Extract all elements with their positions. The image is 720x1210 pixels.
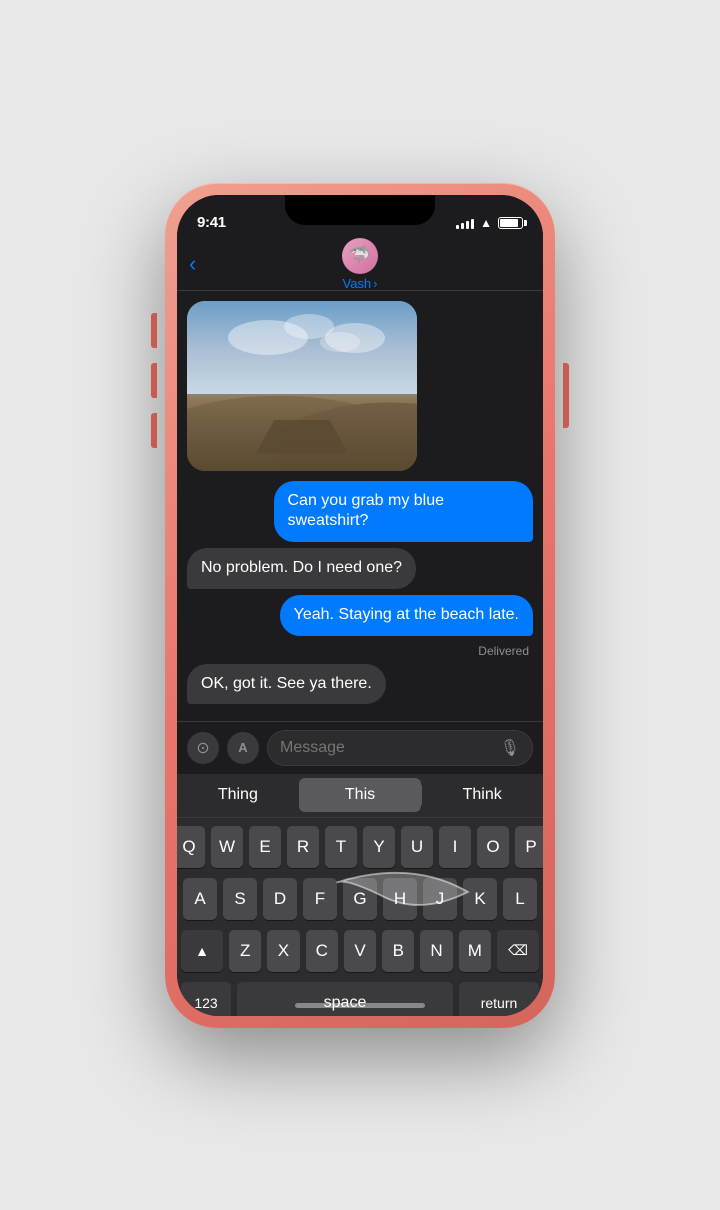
back-button[interactable]: ‹ [189,251,198,277]
key-l[interactable]: L [503,878,537,920]
key-c[interactable]: C [306,930,338,972]
shared-image[interactable] [187,301,417,471]
key-v[interactable]: V [344,930,376,972]
key-a[interactable]: A [183,878,217,920]
camera-button[interactable]: ⊙ [187,732,219,764]
phone-screen: 9:41 ▲ ‹ 🦈 [177,195,543,1016]
clouds [210,314,394,374]
avatar: 🦈 [342,238,378,274]
pred-word-2[interactable]: Think [421,778,543,812]
signal-bar-1 [456,225,459,229]
bubble-received-1: No problem. Do I need one? [187,548,416,589]
numbers-button[interactable]: 123 [181,982,231,1016]
predictive-bar: Thing This Think [177,774,543,818]
key-i[interactable]: I [439,826,471,868]
key-e[interactable]: E [249,826,281,868]
key-q[interactable]: Q [177,826,205,868]
message-input[interactable] [280,739,492,757]
key-row-4: 123 space return [181,982,539,1016]
key-m[interactable]: M [459,930,491,972]
signal-bar-4 [471,219,474,229]
camera-icon: ⊙ [196,738,209,758]
message-received-2: OK, got it. See ya there. [187,664,533,705]
key-p[interactable]: P [515,826,543,868]
pred-word-0[interactable]: Thing [177,778,299,812]
keyboard: Q W E R T Y U I O P A S D F G [177,818,543,1016]
status-time: 9:41 [197,214,226,231]
apps-icon: A [238,740,247,755]
key-b[interactable]: B [382,930,414,972]
key-row-3: ▲ Z X C V B N M ⌫ [181,930,539,972]
pred-word-1[interactable]: This [299,778,421,812]
return-button[interactable]: return [459,982,539,1016]
signal-bar-3 [466,221,469,229]
back-chevron-icon: ‹ [189,251,196,277]
bubble-received-2: OK, got it. See ya there. [187,664,386,705]
key-w[interactable]: W [211,826,243,868]
input-area: ⊙ A 🎙 [177,721,543,774]
delivered-status: Delivered [187,644,533,658]
message-sent-2: Yeah. Staying at the beach late. [187,595,533,636]
key-row-2: A S D F G H J K L [181,878,539,920]
shift-button[interactable]: ▲ [181,930,223,972]
key-f[interactable]: F [303,878,337,920]
wifi-icon: ▲ [480,216,492,230]
keyboard-container: Thing This Think Q W E R T Y U I O [177,774,543,1016]
space-button[interactable]: space [237,982,453,1016]
image-message [187,301,533,471]
phone-frame: 9:41 ▲ ‹ 🦈 [165,183,555,1028]
delete-button[interactable]: ⌫ [497,930,539,972]
message-received-1: No problem. Do I need one? [187,548,533,589]
bubble-sent-2: Yeah. Staying at the beach late. [280,595,533,636]
key-h[interactable]: H [383,878,417,920]
key-o[interactable]: O [477,826,509,868]
key-s[interactable]: S [223,878,257,920]
home-indicator [295,1003,425,1008]
key-n[interactable]: N [420,930,452,972]
delete-icon: ⌫ [508,942,528,959]
key-j[interactable]: J [423,878,457,920]
message-input-container[interactable]: 🎙 [267,730,533,766]
key-x[interactable]: X [267,930,299,972]
avatar-icon: 🦈 [349,245,371,266]
key-d[interactable]: D [263,878,297,920]
notch [285,195,435,225]
signal-bar-2 [461,223,464,229]
key-g[interactable]: G [343,878,377,920]
key-k[interactable]: K [463,878,497,920]
apps-button[interactable]: A [227,732,259,764]
key-r[interactable]: R [287,826,319,868]
nav-bar: ‹ 🦈 Vash › [177,239,543,291]
battery-fill [500,219,518,227]
key-row-1: Q W E R T Y U I O P [181,826,539,868]
mic-icon: 🎙 [500,738,520,758]
battery-icon [498,217,523,229]
signal-icon [456,217,474,229]
key-t[interactable]: T [325,826,357,868]
message-sent-1: Can you grab my blue sweatshirt? [187,481,533,543]
status-icons: ▲ [456,216,523,230]
messages-area: Can you grab my blue sweatshirt? No prob… [177,291,543,721]
key-y[interactable]: Y [363,826,395,868]
contact-info[interactable]: 🦈 Vash › [342,238,378,291]
shift-icon: ▲ [195,943,209,959]
contact-name: Vash › [342,276,377,291]
key-u[interactable]: U [401,826,433,868]
bubble-sent-1: Can you grab my blue sweatshirt? [274,481,534,543]
key-z[interactable]: Z [229,930,261,972]
